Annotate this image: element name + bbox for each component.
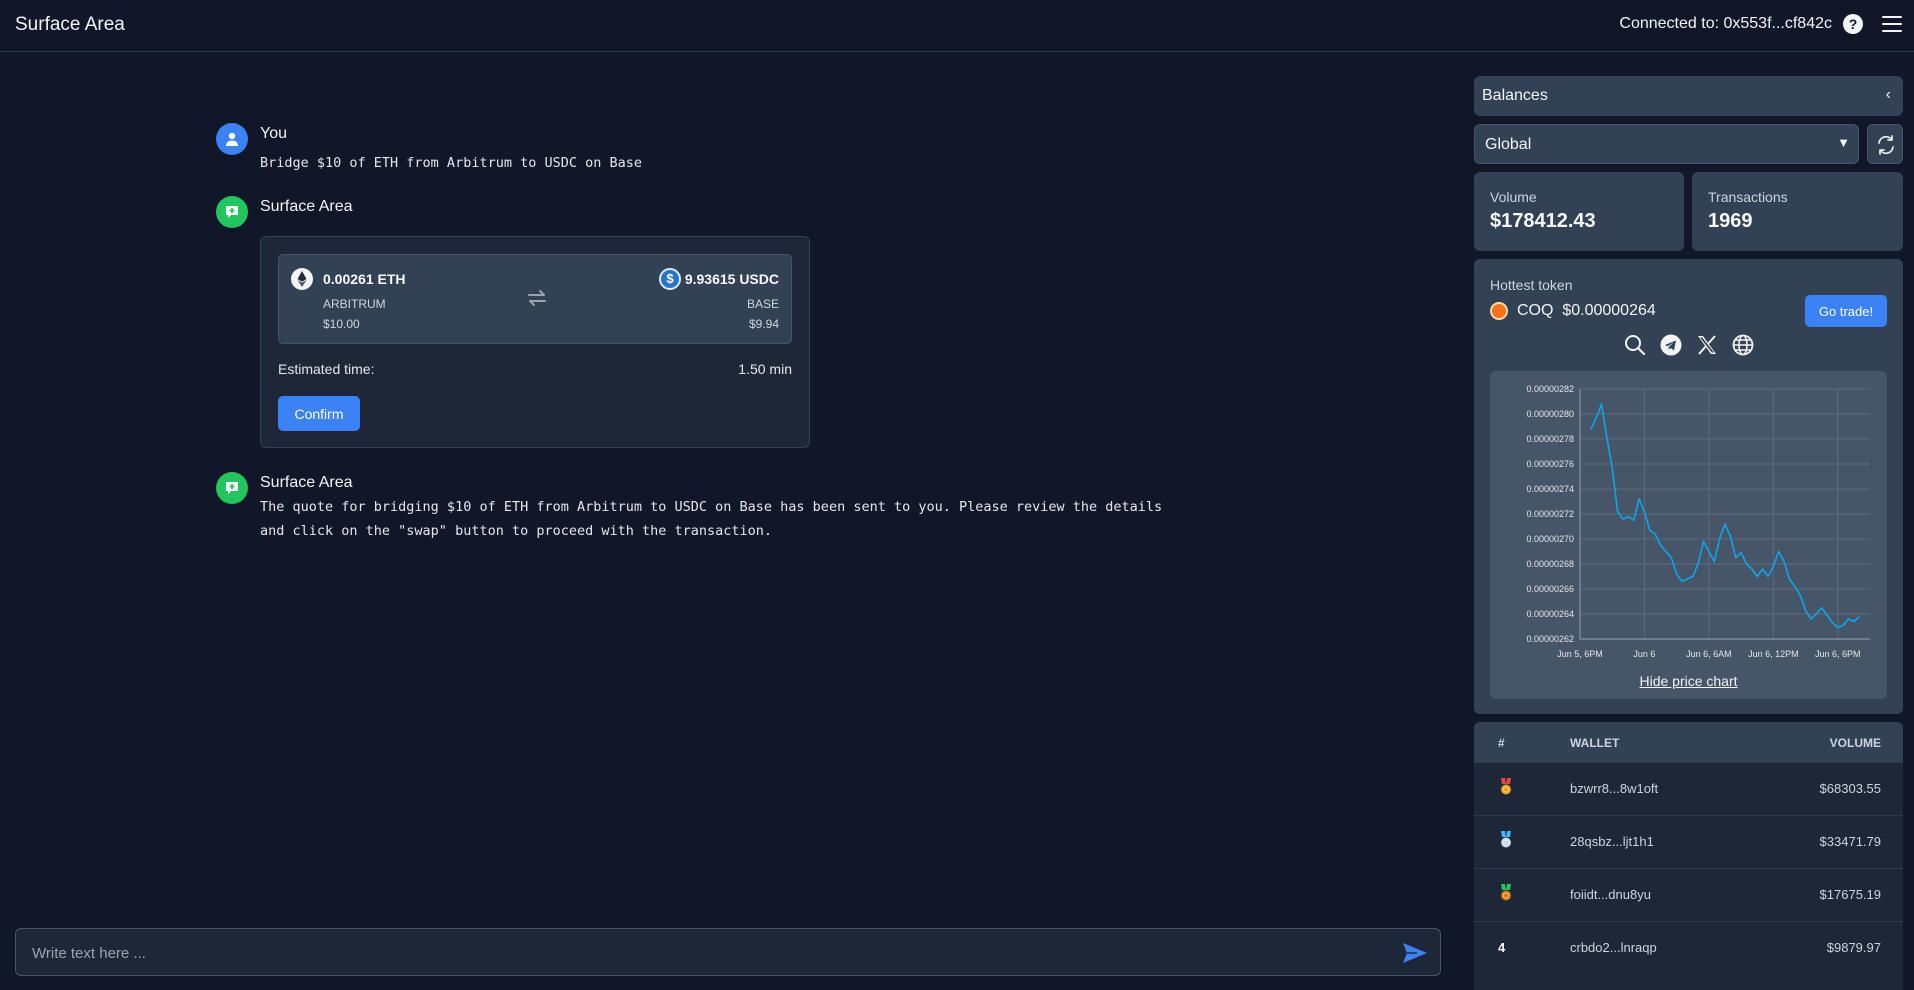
volume-value: $178412.43 [1490,210,1596,232]
telegram-icon[interactable] [1659,333,1683,357]
y-tick-label: 0.00000270 [1526,534,1574,544]
y-tick-label: 0.00000266 [1526,584,1574,594]
search-icon[interactable] [1623,333,1647,357]
transactions-value: 1969 [1708,210,1753,232]
chevron-left-icon[interactable]: ‹ [1886,86,1891,104]
from-amount: 0.00261 ETH [323,271,406,287]
x-tick-label: Jun 6, 6AM [1686,649,1732,659]
swap-summary: 0.00261 ETH ARBITRUM $10.00 $ 9.93615 US… [278,254,792,344]
message-input[interactable] [32,941,1372,965]
wallet-address: bzwrr8...8w1oft [1570,781,1659,796]
y-tick-label: 0.00000282 [1526,384,1574,394]
globe-icon[interactable] [1731,333,1755,357]
silver-medal-icon [1499,831,1513,849]
table-row[interactable]: 4 crbdo2...lnraqp $9879.97 [1474,921,1903,974]
x-tick-label: Jun 6, 12PM [1748,649,1799,659]
to-amount: 9.93615 USDC [684,271,779,287]
price-series-line [1589,403,1860,629]
rank-header: # [1498,736,1505,750]
x-tick-label: Jun 6 [1633,649,1655,659]
message-author: Surface Area [260,474,353,491]
from-chain: ARBITRUM [323,297,386,311]
wallet-volume: $9879.97 [1826,940,1881,955]
wallet-leaderboard: # WALLET VOLUME bzwrr8...8w1oft $68303.55… [1474,722,1903,990]
price-chart-svg: 0.00000282 0.00000280 0.00000278 0.00000276… [1526,384,1870,659]
price-chart: 0.00000282 0.00000280 0.00000278 0.00000276… [1490,371,1887,699]
message-composer [15,928,1441,976]
wallet-address: 28qsbz...ljt1h1 [1570,834,1654,849]
wallet-volume: $33471.79 [1819,834,1881,849]
y-tick-label: 0.00000274 [1526,484,1574,494]
estimated-time-label: Estimated time: [278,361,375,377]
message-text: Bridge $10 of ETH from Arbitrum to USDC … [260,155,643,171]
x-twitter-icon[interactable] [1695,333,1719,357]
y-tick-label: 0.00000268 [1526,559,1574,569]
scope-select[interactable]: Global ▼ [1474,124,1859,164]
y-tick-label: 0.00000262 [1526,634,1574,644]
scope-selected-value: Global [1485,136,1532,153]
send-icon[interactable] [1402,941,1428,965]
wallet-volume: $17675.19 [1819,887,1881,902]
swap-arrows-icon [526,287,548,309]
refresh-icon [1878,135,1894,155]
bridge-quote-card: 0.00261 ETH ARBITRUM $10.00 $ 9.93615 US… [260,236,810,448]
volume-header: VOLUME [1829,736,1881,750]
coq-token-icon [1490,302,1508,320]
table-row[interactable]: bzwrr8...8w1oft $68303.55 [1474,762,1903,815]
leaderboard-header: # WALLET VOLUME [1474,722,1903,762]
y-tick-label: 0.00000276 [1526,459,1574,469]
hottest-token-card: Hottest token COQ $0.00000264 Go trade! … [1474,259,1903,714]
table-row[interactable]: 28qsbz...ljt1h1 $33471.79 [1474,815,1903,868]
hide-price-chart-link[interactable]: Hide price chart [1490,673,1887,689]
message-author: Surface Area [260,198,353,215]
usdc-icon: $ [659,268,681,290]
bot-avatar-icon [216,196,248,228]
wallet-address: crbdo2...lnraqp [1570,940,1657,955]
y-tick-label: 0.00000278 [1526,434,1574,444]
volume-label: Volume [1490,189,1537,205]
wallet-address: foiidt...dnu8yu [1570,887,1651,902]
y-tick-label: 0.00000272 [1526,509,1574,519]
token-price: $0.00000264 [1562,302,1656,319]
x-tick-label: Jun 5, 6PM [1557,649,1603,659]
x-tick-label: Jun 6, 6PM [1815,649,1861,659]
help-icon[interactable]: ? [1843,14,1863,34]
chevron-down-icon: ▼ [1837,135,1850,150]
estimated-time-value: 1.50 min [738,361,792,377]
transactions-label: Transactions [1708,189,1788,205]
hottest-token-info: COQ $0.00000264 [1517,302,1656,320]
confirm-button[interactable]: Confirm [278,396,360,431]
message-line: The quote for bridging $10 of ETH from A… [260,499,1163,515]
top-bar: Surface Area Connected to: 0x553f...cf84… [0,0,1914,52]
rank-number: 4 [1498,940,1506,955]
y-tick-label: 0.00000280 [1526,409,1574,419]
wallet-volume: $68303.55 [1819,781,1881,796]
connected-wallet[interactable]: Connected to: 0x553f...cf842c [1619,15,1832,33]
balances-header[interactable]: Balances ‹ [1474,76,1903,116]
go-trade-button[interactable]: Go trade! [1805,295,1887,327]
refresh-button[interactable] [1867,124,1903,164]
to-chain: BASE [746,297,779,311]
gold-medal-icon [1499,778,1513,796]
message-line: and click on the "swap" button to procee… [260,523,773,539]
balances-title: Balances [1482,87,1548,104]
bot-avatar-icon [216,472,248,504]
bronze-medal-icon [1499,884,1513,902]
hamburger-menu-icon[interactable] [1882,16,1902,32]
eth-icon [291,268,313,290]
table-row[interactable]: foiidt...dnu8yu $17675.19 [1474,868,1903,921]
message-text: The quote for bridging $10 of ETH from A… [260,495,1162,543]
user-avatar-icon [216,123,248,155]
app-title[interactable]: Surface Area [15,14,125,36]
wallet-header: WALLET [1570,736,1620,750]
message-author: You [260,125,287,142]
to-usd: $9.94 [748,317,779,331]
volume-stat: Volume $178412.43 [1474,172,1684,251]
y-tick-label: 0.00000264 [1526,609,1574,619]
token-name: COQ [1517,302,1554,319]
transactions-stat: Transactions 1969 [1692,172,1903,251]
hottest-token-label: Hottest token [1490,277,1573,293]
from-usd: $10.00 [323,317,360,331]
